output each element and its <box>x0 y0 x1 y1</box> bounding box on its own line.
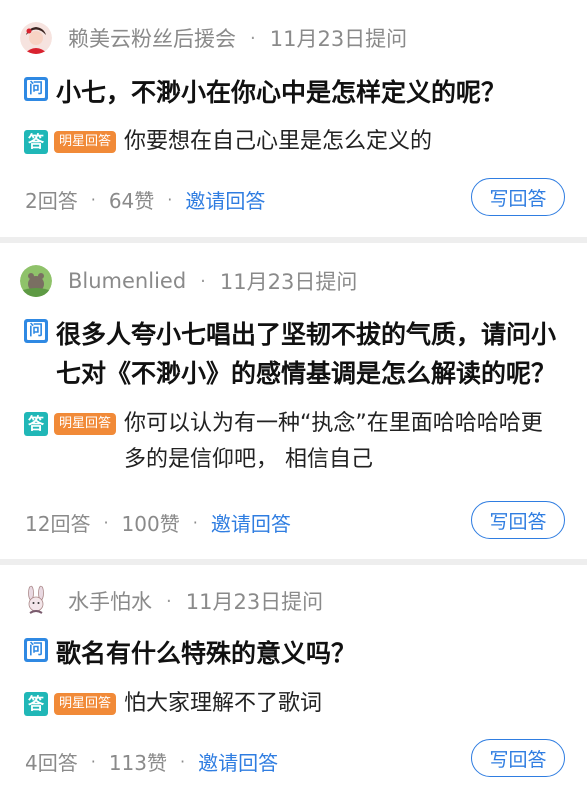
write-answer-button[interactable]: 写回答 <box>471 739 565 777</box>
answer-row[interactable]: 答 明星回答 你要想在自己心里是怎么定义的 <box>24 124 432 160</box>
answer-text[interactable]: 你要想在自己心里是怎么定义的 <box>124 124 432 160</box>
separator-dot: · <box>180 752 186 771</box>
invite-answer-link[interactable]: 邀请回答 <box>211 508 291 537</box>
separator-dot: · <box>250 27 256 49</box>
ask-time: 11月23日提问 <box>269 27 408 51</box>
separator-dot: · <box>103 513 109 532</box>
asker-row: 水手怕水 · 11月23日提问 <box>20 585 323 617</box>
stats-row: 4回答 · 113赞 · 邀请回答 <box>25 747 278 776</box>
qa-feed: 赖美云粉丝后援会 · 11月23日提问 问 小七，不渺小在你心中是怎样定义的呢？… <box>0 0 587 793</box>
separator-dot: · <box>200 270 206 292</box>
question-text[interactable]: 歌名有什么特殊的意义吗？ <box>56 634 556 673</box>
invite-answer-link[interactable]: 邀请回答 <box>185 185 265 214</box>
separator-dot: · <box>166 590 172 612</box>
separator-dot: · <box>167 190 173 209</box>
stats-row: 2回答 · 64赞 · 邀请回答 <box>25 185 265 214</box>
answer-text[interactable]: 你可以认为有一种“执念”在里面哈哈哈哈更多的是信仰吧， 相信自己 <box>124 406 544 478</box>
user-name[interactable]: Blumenlied <box>68 269 186 293</box>
answer-text[interactable]: 怕大家理解不了歌词 <box>124 686 322 722</box>
separator-dot: · <box>90 752 96 771</box>
star-answer-badge: 明星回答 <box>54 693 117 715</box>
asker-row: 赖美云粉丝后援会 · 11月23日提问 <box>20 22 407 54</box>
question-text[interactable]: 很多人夸小七唱出了坚韧不拔的气质，请问小七对《不渺小》的感情基调是怎么解读的呢？ <box>56 315 556 393</box>
likes-count: 100赞 <box>121 512 180 536</box>
star-answer-badge: 明星回答 <box>54 413 117 435</box>
answer-badge-icon: 答 <box>24 692 48 716</box>
likes-count: 64赞 <box>108 189 155 213</box>
separator-dot: · <box>90 190 96 209</box>
question-badge-icon: 问 <box>24 319 48 343</box>
ask-time: 11月23日提问 <box>185 590 324 614</box>
qa-card[interactable]: Blumenlied · 11月23日提问 问 很多人夸小七唱出了坚韧不拔的气质… <box>0 243 587 559</box>
asker-row: Blumenlied · 11月23日提问 <box>20 265 357 297</box>
separator-dot: · <box>192 513 198 532</box>
question-text[interactable]: 小七，不渺小在你心中是怎样定义的呢？ <box>56 73 556 112</box>
write-answer-button[interactable]: 写回答 <box>471 501 565 539</box>
user-avatar[interactable] <box>20 585 52 617</box>
qa-card[interactable]: 赖美云粉丝后援会 · 11月23日提问 问 小七，不渺小在你心中是怎样定义的呢？… <box>0 0 587 237</box>
answers-count[interactable]: 4回答 <box>25 747 78 776</box>
question-row[interactable]: 问 小七，不渺小在你心中是怎样定义的呢？ <box>24 73 556 112</box>
user-name[interactable]: 赖美云粉丝后援会 <box>68 23 236 53</box>
stats-row: 12回答 · 100赞 · 邀请回答 <box>25 508 291 537</box>
answer-row[interactable]: 答 明星回答 你可以认为有一种“执念”在里面哈哈哈哈更多的是信仰吧， 相信自己 <box>24 406 544 478</box>
answers-count[interactable]: 2回答 <box>25 185 78 214</box>
invite-answer-link[interactable]: 邀请回答 <box>198 747 278 776</box>
star-answer-badge: 明星回答 <box>54 131 117 153</box>
answer-badge-icon: 答 <box>24 412 48 436</box>
question-badge-icon: 问 <box>24 77 48 101</box>
answer-badge-icon: 答 <box>24 130 48 154</box>
user-avatar[interactable] <box>20 22 52 54</box>
answers-count[interactable]: 12回答 <box>25 508 90 537</box>
write-answer-button[interactable]: 写回答 <box>471 178 565 216</box>
likes-count: 113赞 <box>108 751 168 775</box>
user-avatar[interactable] <box>20 265 52 297</box>
question-row[interactable]: 问 歌名有什么特殊的意义吗？ <box>24 634 556 673</box>
question-badge-icon: 问 <box>24 638 48 662</box>
user-name[interactable]: 水手怕水 <box>68 586 152 616</box>
ask-time: 11月23日提问 <box>219 270 358 294</box>
question-row[interactable]: 问 很多人夸小七唱出了坚韧不拔的气质，请问小七对《不渺小》的感情基调是怎么解读的… <box>24 315 556 393</box>
qa-card[interactable]: 水手怕水 · 11月23日提问 问 歌名有什么特殊的意义吗？ 答 明星回答 怕大… <box>0 565 587 793</box>
answer-row[interactable]: 答 明星回答 怕大家理解不了歌词 <box>24 686 322 722</box>
